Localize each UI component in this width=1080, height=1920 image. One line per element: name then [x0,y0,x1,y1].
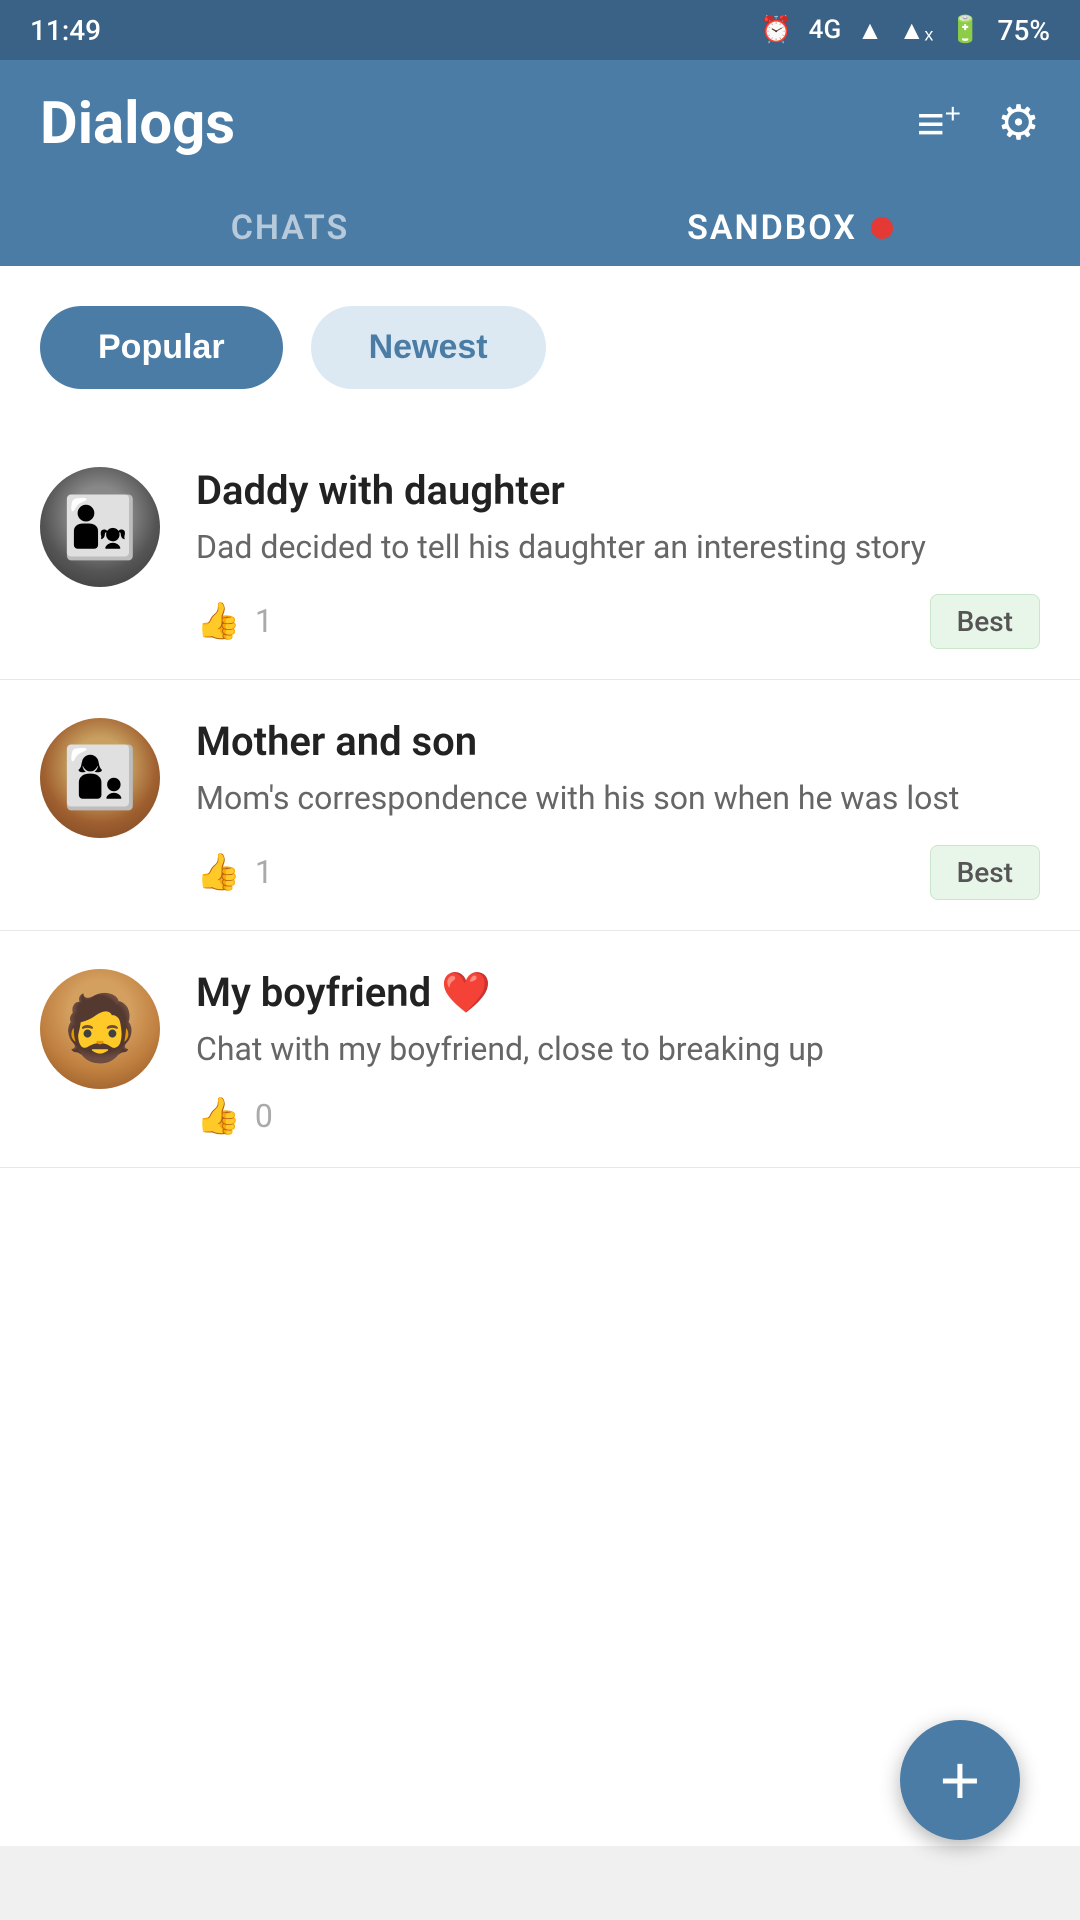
thumbs-up-icon-2: 👍 [196,851,241,893]
status-time: 11:49 [30,14,101,47]
chat-footer-mother-son: 👍 1 Best [196,845,1040,900]
add-list-button[interactable]: ≡+ [917,100,961,149]
battery-icon: 🔋 [949,15,981,45]
chat-list: Daddy with daughter Dad decided to tell … [0,429,1080,1168]
status-icons: ⏰ 4G ▲ ▲ₓ 🔋 75% [760,14,1050,47]
chat-title-mother-son: Mother and son [196,718,1040,766]
thumbs-up-icon: 👍 [196,600,241,642]
filter-row: Popular Newest [0,306,1080,429]
alarm-icon: ⏰ [760,15,792,45]
like-count-mother-son: 1 [255,853,273,891]
chat-desc-my-boyfriend: Chat with my boyfriend, close to breakin… [196,1027,1040,1072]
header-actions: ≡+ ⚙ [917,100,1040,149]
chat-title-my-boyfriend: My boyfriend ❤️ [196,969,1040,1017]
header-top: Dialogs ≡+ ⚙ [40,90,1040,188]
tab-chats[interactable]: CHATS [40,188,540,266]
like-row-my-boyfriend: 👍 0 [196,1095,273,1137]
chat-body-mother-son: Mother and son Mom's correspondence with… [196,718,1040,900]
chat-title-daddy-daughter: Daddy with daughter [196,467,1040,515]
chat-body-my-boyfriend: My boyfriend ❤️ Chat with my boyfriend, … [196,969,1040,1138]
signal-icon: ▲ [857,15,883,46]
settings-button[interactable]: ⚙ [997,100,1040,148]
add-chat-fab[interactable]: + [900,1720,1020,1840]
best-badge-daddy-daughter: Best [930,594,1040,649]
main-content: Popular Newest Daddy with daughter Dad d… [0,266,1080,1846]
sandbox-tab-label: SANDBOX [687,208,857,248]
like-row-daddy-daughter: 👍 1 [196,600,273,642]
header: Dialogs ≡+ ⚙ CHATS SANDBOX [0,60,1080,266]
chat-item-mother-son[interactable]: Mother and son Mom's correspondence with… [0,680,1080,931]
chat-item-daddy-daughter[interactable]: Daddy with daughter Dad decided to tell … [0,429,1080,680]
chat-item-my-boyfriend[interactable]: My boyfriend ❤️ Chat with my boyfriend, … [0,931,1080,1169]
heart-icon: ❤️ [441,969,491,1016]
chat-desc-mother-son: Mom's correspondence with his son when h… [196,776,1040,821]
page-title: Dialogs [40,90,235,158]
chat-body-daddy-daughter: Daddy with daughter Dad decided to tell … [196,467,1040,649]
sandbox-notification-dot [871,217,893,239]
chat-footer-my-boyfriend: 👍 0 [196,1095,1040,1137]
like-count-my-boyfriend: 0 [255,1097,273,1135]
avatar-mother-son [40,718,160,838]
tab-bar: CHATS SANDBOX [40,188,1040,266]
thumbs-up-icon-3: 👍 [196,1095,241,1137]
tab-sandbox[interactable]: SANDBOX [540,188,1040,266]
add-list-icon: ≡+ [917,98,961,151]
like-count-daddy-daughter: 1 [255,602,273,640]
avatar-my-boyfriend [40,969,160,1089]
filter-newest-button[interactable]: Newest [311,306,546,389]
best-badge-mother-son: Best [930,845,1040,900]
like-row-mother-son: 👍 1 [196,851,273,893]
filter-popular-button[interactable]: Popular [40,306,283,389]
gear-icon: ⚙ [997,97,1040,150]
battery-level: 75% [998,14,1050,47]
status-bar: 11:49 ⏰ 4G ▲ ▲ₓ 🔋 75% [0,0,1080,60]
chat-footer-daddy-daughter: 👍 1 Best [196,594,1040,649]
chat-desc-daddy-daughter: Dad decided to tell his daughter an inte… [196,525,1040,570]
network-label: 4G [809,15,842,45]
signal-x-icon: ▲ₓ [899,15,933,46]
avatar-daddy-daughter [40,467,160,587]
